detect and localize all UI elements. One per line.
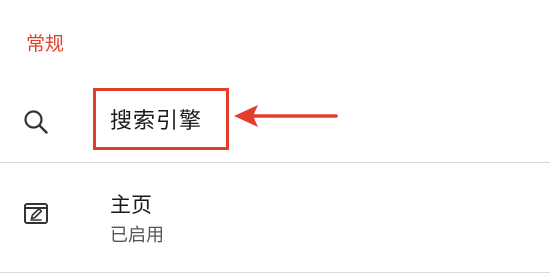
settings-row-homepage[interactable]: 主页 已启用 — [0, 163, 550, 273]
search-icon — [22, 108, 50, 136]
homepage-icon — [22, 199, 50, 227]
homepage-label: 主页 — [110, 193, 152, 217]
annotation-arrow-icon — [232, 103, 338, 129]
section-header-general: 常规 — [26, 33, 65, 55]
divider — [0, 272, 550, 273]
annotation-highlight-box — [93, 88, 229, 150]
homepage-status: 已启用 — [110, 225, 164, 246]
